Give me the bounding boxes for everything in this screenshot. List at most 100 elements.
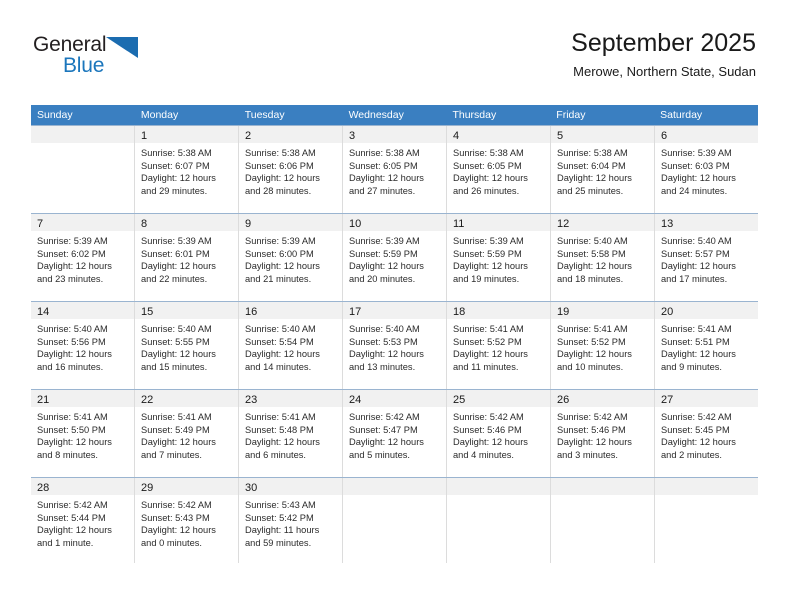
day-info: Sunrise: 5:39 AM Sunset: 5:59 PM Dayligh…: [343, 231, 446, 285]
daylight-text-line1: Daylight: 12 hours: [245, 261, 320, 272]
sunset-text: Sunset: 5:52 PM: [557, 336, 626, 347]
day-number-band: 7: [31, 214, 134, 231]
sunrise-text: Sunrise: 5:42 AM: [661, 412, 732, 422]
weekday-header-sunday: Sunday: [37, 109, 73, 121]
day-cell[interactable]: 13 Sunrise: 5:40 AM Sunset: 5:57 PM Dayl…: [654, 214, 758, 301]
sunset-text: Sunset: 5:54 PM: [245, 336, 314, 347]
day-cell[interactable]: 10 Sunrise: 5:39 AM Sunset: 5:59 PM Dayl…: [342, 214, 446, 301]
sunset-text: Sunset: 6:04 PM: [557, 160, 626, 171]
daylight-text-line2: and 28 minutes.: [245, 185, 312, 196]
daylight-text-line2: and 29 minutes.: [141, 185, 208, 196]
day-info: Sunrise: 5:39 AM Sunset: 6:00 PM Dayligh…: [239, 231, 342, 285]
day-number-band: 13: [655, 214, 758, 231]
sunrise-text: Sunrise: 5:40 AM: [349, 324, 420, 334]
day-cell[interactable]: 6 Sunrise: 5:39 AM Sunset: 6:03 PM Dayli…: [654, 126, 758, 213]
day-cell[interactable]: 4 Sunrise: 5:38 AM Sunset: 6:05 PM Dayli…: [446, 126, 550, 213]
day-cell[interactable]: [342, 478, 446, 563]
sunrise-text: Sunrise: 5:38 AM: [141, 148, 212, 158]
day-number: 4: [453, 130, 460, 142]
day-number: 14: [37, 306, 50, 318]
page-subtitle: Merowe, Northern State, Sudan: [573, 64, 756, 79]
logo-text-blue: Blue: [63, 54, 105, 77]
day-cell[interactable]: 16 Sunrise: 5:40 AM Sunset: 5:54 PM Dayl…: [238, 302, 342, 389]
day-cell[interactable]: 29 Sunrise: 5:42 AM Sunset: 5:43 PM Dayl…: [134, 478, 238, 563]
title-block: September 2025 Merowe, Northern State, S…: [571, 28, 756, 80]
daylight-text-line2: and 7 minutes.: [141, 449, 202, 460]
daylight-text-line1: Daylight: 12 hours: [349, 173, 424, 184]
sunrise-text: Sunrise: 5:39 AM: [245, 236, 316, 246]
day-cell[interactable]: 17 Sunrise: 5:40 AM Sunset: 5:53 PM Dayl…: [342, 302, 446, 389]
daylight-text-line2: and 22 minutes.: [141, 273, 208, 284]
day-cell[interactable]: 7 Sunrise: 5:39 AM Sunset: 6:02 PM Dayli…: [31, 214, 134, 301]
day-number: 3: [349, 130, 356, 142]
day-info: Sunrise: 5:42 AM Sunset: 5:46 PM Dayligh…: [551, 407, 654, 461]
day-number: 9: [245, 218, 252, 230]
day-number: 12: [557, 218, 570, 230]
day-cell[interactable]: [654, 478, 758, 563]
day-info: Sunrise: 5:39 AM Sunset: 6:02 PM Dayligh…: [31, 231, 134, 285]
day-number-band: 23: [239, 390, 342, 407]
day-number-band: 24: [343, 390, 446, 407]
day-info: Sunrise: 5:41 AM Sunset: 5:48 PM Dayligh…: [239, 407, 342, 461]
day-number: 15: [141, 306, 154, 318]
day-cell[interactable]: 18 Sunrise: 5:41 AM Sunset: 5:52 PM Dayl…: [446, 302, 550, 389]
daylight-text-line1: Daylight: 12 hours: [37, 349, 112, 360]
day-cell[interactable]: 15 Sunrise: 5:40 AM Sunset: 5:55 PM Dayl…: [134, 302, 238, 389]
day-number-band: 19: [551, 302, 654, 319]
day-number-band: 12: [551, 214, 654, 231]
sunrise-text: Sunrise: 5:42 AM: [349, 412, 420, 422]
day-cell[interactable]: 8 Sunrise: 5:39 AM Sunset: 6:01 PM Dayli…: [134, 214, 238, 301]
day-cell[interactable]: [31, 126, 134, 213]
sunrise-text: Sunrise: 5:39 AM: [453, 236, 524, 246]
daylight-text-line1: Daylight: 12 hours: [141, 261, 216, 272]
day-cell[interactable]: 21 Sunrise: 5:41 AM Sunset: 5:50 PM Dayl…: [31, 390, 134, 477]
day-cell[interactable]: 25 Sunrise: 5:42 AM Sunset: 5:46 PM Dayl…: [446, 390, 550, 477]
day-number: 26: [557, 394, 570, 406]
day-number: 24: [349, 394, 362, 406]
daylight-text-line1: Daylight: 12 hours: [661, 349, 736, 360]
day-cell[interactable]: [446, 478, 550, 563]
sunrise-text: Sunrise: 5:41 AM: [661, 324, 732, 334]
day-cell[interactable]: 11 Sunrise: 5:39 AM Sunset: 5:59 PM Dayl…: [446, 214, 550, 301]
sunset-text: Sunset: 5:49 PM: [141, 424, 210, 435]
day-cell[interactable]: 24 Sunrise: 5:42 AM Sunset: 5:47 PM Dayl…: [342, 390, 446, 477]
sunset-text: Sunset: 5:48 PM: [245, 424, 314, 435]
day-cell[interactable]: 20 Sunrise: 5:41 AM Sunset: 5:51 PM Dayl…: [654, 302, 758, 389]
weekday-header-monday: Monday: [140, 109, 179, 121]
day-cell[interactable]: 5 Sunrise: 5:38 AM Sunset: 6:04 PM Dayli…: [550, 126, 654, 213]
day-cell[interactable]: 19 Sunrise: 5:41 AM Sunset: 5:52 PM Dayl…: [550, 302, 654, 389]
daylight-text-line1: Daylight: 12 hours: [349, 437, 424, 448]
day-cell[interactable]: 28 Sunrise: 5:42 AM Sunset: 5:44 PM Dayl…: [31, 478, 134, 563]
sunrise-text: Sunrise: 5:41 AM: [37, 412, 108, 422]
day-cell[interactable]: 9 Sunrise: 5:39 AM Sunset: 6:00 PM Dayli…: [238, 214, 342, 301]
day-cell[interactable]: 23 Sunrise: 5:41 AM Sunset: 5:48 PM Dayl…: [238, 390, 342, 477]
day-cell[interactable]: 22 Sunrise: 5:41 AM Sunset: 5:49 PM Dayl…: [134, 390, 238, 477]
day-cell[interactable]: [550, 478, 654, 563]
day-number-band: 1: [135, 126, 238, 143]
daylight-text-line1: Daylight: 12 hours: [349, 261, 424, 272]
day-cell[interactable]: 14 Sunrise: 5:40 AM Sunset: 5:56 PM Dayl…: [31, 302, 134, 389]
day-cell[interactable]: 3 Sunrise: 5:38 AM Sunset: 6:05 PM Dayli…: [342, 126, 446, 213]
day-cell[interactable]: 12 Sunrise: 5:40 AM Sunset: 5:58 PM Dayl…: [550, 214, 654, 301]
daylight-text-line2: and 16 minutes.: [37, 361, 104, 372]
daylight-text-line1: Daylight: 12 hours: [453, 261, 528, 272]
daylight-text-line1: Daylight: 12 hours: [245, 437, 320, 448]
sunset-text: Sunset: 5:44 PM: [37, 512, 106, 523]
day-cell[interactable]: 26 Sunrise: 5:42 AM Sunset: 5:46 PM Dayl…: [550, 390, 654, 477]
daylight-text-line1: Daylight: 12 hours: [453, 349, 528, 360]
day-number-band: 14: [31, 302, 134, 319]
sunset-text: Sunset: 5:55 PM: [141, 336, 210, 347]
day-number-band: 17: [343, 302, 446, 319]
calendar-grid: Sunday Monday Tuesday Wednesday Thursday…: [31, 105, 758, 563]
day-number: 17: [349, 306, 362, 318]
day-info: Sunrise: 5:38 AM Sunset: 6:07 PM Dayligh…: [135, 143, 238, 197]
day-number: 13: [661, 218, 674, 230]
sunrise-text: Sunrise: 5:43 AM: [245, 500, 316, 510]
day-cell[interactable]: 30 Sunrise: 5:43 AM Sunset: 5:42 PM Dayl…: [238, 478, 342, 563]
day-cell[interactable]: 2 Sunrise: 5:38 AM Sunset: 6:06 PM Dayli…: [238, 126, 342, 213]
daylight-text-line2: and 17 minutes.: [661, 273, 728, 284]
sunset-text: Sunset: 5:59 PM: [349, 248, 418, 259]
daylight-text-line1: Daylight: 12 hours: [453, 173, 528, 184]
day-cell[interactable]: 27 Sunrise: 5:42 AM Sunset: 5:45 PM Dayl…: [654, 390, 758, 477]
day-cell[interactable]: 1 Sunrise: 5:38 AM Sunset: 6:07 PM Dayli…: [134, 126, 238, 213]
